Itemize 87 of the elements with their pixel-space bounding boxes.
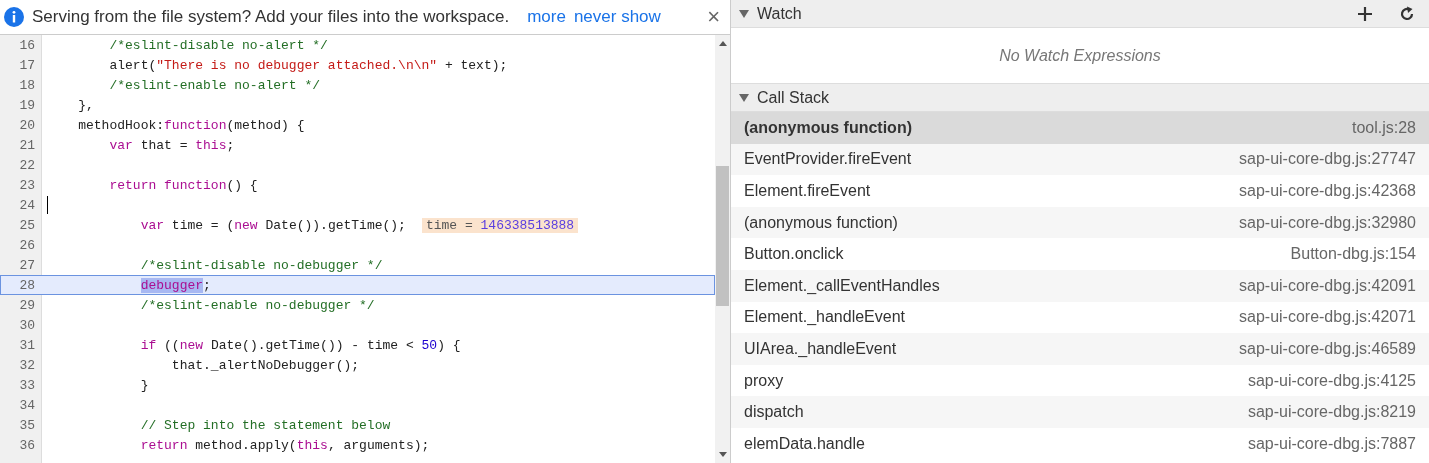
line-number: 22 xyxy=(18,157,35,173)
call-stack-header[interactable]: Call Stack xyxy=(731,84,1429,112)
code-token: /*eslint-enable no-debugger */ xyxy=(140,297,375,313)
call-frame[interactable]: UIArea._handleEvent sap-ui-core-dbg.js:46589 xyxy=(731,333,1429,365)
call-frame[interactable]: dispatch sap-ui-core-dbg.js:8219 xyxy=(731,396,1429,428)
line-number: 32 xyxy=(18,357,35,373)
code-token: var xyxy=(140,217,165,233)
call-frame[interactable]: (anonymous function) tool.js:28 xyxy=(731,112,1429,144)
line-number: 23 xyxy=(18,177,35,193)
call-frame[interactable]: Element.fireEvent sap-ui-core-dbg.js:42368 xyxy=(731,175,1429,207)
info-link[interactable]: never show xyxy=(573,7,661,27)
line-number: 27 xyxy=(18,257,35,273)
code-token: methodHook: xyxy=(78,117,165,133)
code-token: }, xyxy=(78,97,94,113)
code-token: alert( xyxy=(109,57,157,73)
line-number: 21 xyxy=(18,137,35,153)
code-token: function xyxy=(164,177,227,193)
variable-value: 146338513888 xyxy=(480,217,575,233)
line-number: 17 xyxy=(18,57,35,73)
line-number: 35 xyxy=(18,417,35,433)
code-token: Date().getTime()) - time < xyxy=(210,337,415,353)
line-number: 24 xyxy=(18,197,35,213)
code-token: // Step into the statement below xyxy=(140,417,391,433)
line-number: 34 xyxy=(18,397,35,413)
code-token: return xyxy=(109,177,157,193)
call-frame[interactable]: proxy sap-ui-core-dbg.js:4125 xyxy=(731,364,1429,397)
code-token: this xyxy=(195,137,227,153)
code-token: /*eslint-enable no-alert */ xyxy=(109,77,321,93)
scroll-thumb[interactable] xyxy=(716,166,729,306)
info-icon xyxy=(4,7,24,27)
line-number: 25 xyxy=(18,217,35,233)
line-number: 36 xyxy=(18,437,35,453)
code-token: ; xyxy=(226,137,235,153)
section-title: Watch xyxy=(757,4,802,23)
scrollbar[interactable] xyxy=(715,35,730,463)
add-icon[interactable] xyxy=(1357,5,1373,22)
close-button[interactable]: × xyxy=(705,6,722,28)
line-number: 18 xyxy=(18,77,35,93)
code-token: + text); xyxy=(444,57,508,73)
code-token: ) { xyxy=(437,337,461,353)
watch-header[interactable]: Watch xyxy=(731,0,1429,28)
code-token: (( xyxy=(164,337,180,353)
line-number: 20 xyxy=(18,117,35,133)
code-token: debugger xyxy=(140,277,204,293)
code-token: new xyxy=(234,217,258,233)
code-token: () { xyxy=(226,177,258,193)
code-token: return xyxy=(140,437,188,453)
code-token: } xyxy=(140,377,149,393)
code-token: (method) { xyxy=(226,117,305,133)
call-frame[interactable]: EventProvider.fireEvent sap-ui-core-dbg.js:27747 xyxy=(731,143,1429,176)
line-number: 30 xyxy=(18,317,35,333)
info-message: Serving from the file system? Add your files into the workspace. xyxy=(32,7,510,27)
info-link[interactable]: more xyxy=(527,7,566,27)
call-frame[interactable]: (anonymous function) sap-ui-core-dbg.js:32980 xyxy=(731,206,1429,239)
code-token: Date()).getTime(); xyxy=(265,217,406,233)
line-number: 19 xyxy=(18,97,35,113)
call-frame[interactable]: elemData.handle sap-ui-core-dbg.js:7887 xyxy=(731,427,1429,460)
scroll-down-icon[interactable] xyxy=(718,452,727,457)
call-frame[interactable]: Element._callEventHandles sap-ui-core-dbg.js:42091 xyxy=(731,269,1429,302)
refresh-icon[interactable] xyxy=(1399,5,1415,22)
line-number: 33 xyxy=(18,377,35,393)
code-token: ; xyxy=(203,277,211,293)
empty-message: No Watch Expressions xyxy=(999,46,1161,65)
variable-name: time = xyxy=(425,217,473,233)
call-frame[interactable]: Element._handleEvent sap-ui-core-dbg.js:42071 xyxy=(731,301,1429,334)
call-frame[interactable]: Button.onclick Button-dbg.js:154 xyxy=(731,238,1429,270)
code-token: , arguments); xyxy=(327,437,430,453)
code-token: if xyxy=(140,337,157,353)
code-token: that = xyxy=(140,137,189,153)
code-token: /*eslint-disable no-alert */ xyxy=(109,37,328,53)
code-token: this xyxy=(296,437,328,453)
line-number: 29 xyxy=(18,297,35,313)
code-token: 50 xyxy=(421,337,438,353)
code-token: new xyxy=(179,337,204,353)
line-number: 28 xyxy=(18,277,35,293)
section-title: Call Stack xyxy=(757,88,830,107)
code-token: var xyxy=(109,137,133,153)
line-number: 26 xyxy=(18,237,35,253)
code-token: method.apply( xyxy=(195,437,297,453)
line-number: 16 xyxy=(18,37,35,53)
code-token: that._alertNoDebugger(); xyxy=(171,357,360,373)
scroll-up-icon[interactable] xyxy=(718,41,727,46)
code-token: function xyxy=(164,117,227,133)
line-number: 31 xyxy=(18,337,35,353)
code-token: time = ( xyxy=(171,217,235,233)
code-token: "There is no debugger attached.\n\n" xyxy=(156,57,438,73)
code-token: /*eslint-disable no-debugger */ xyxy=(140,257,383,273)
